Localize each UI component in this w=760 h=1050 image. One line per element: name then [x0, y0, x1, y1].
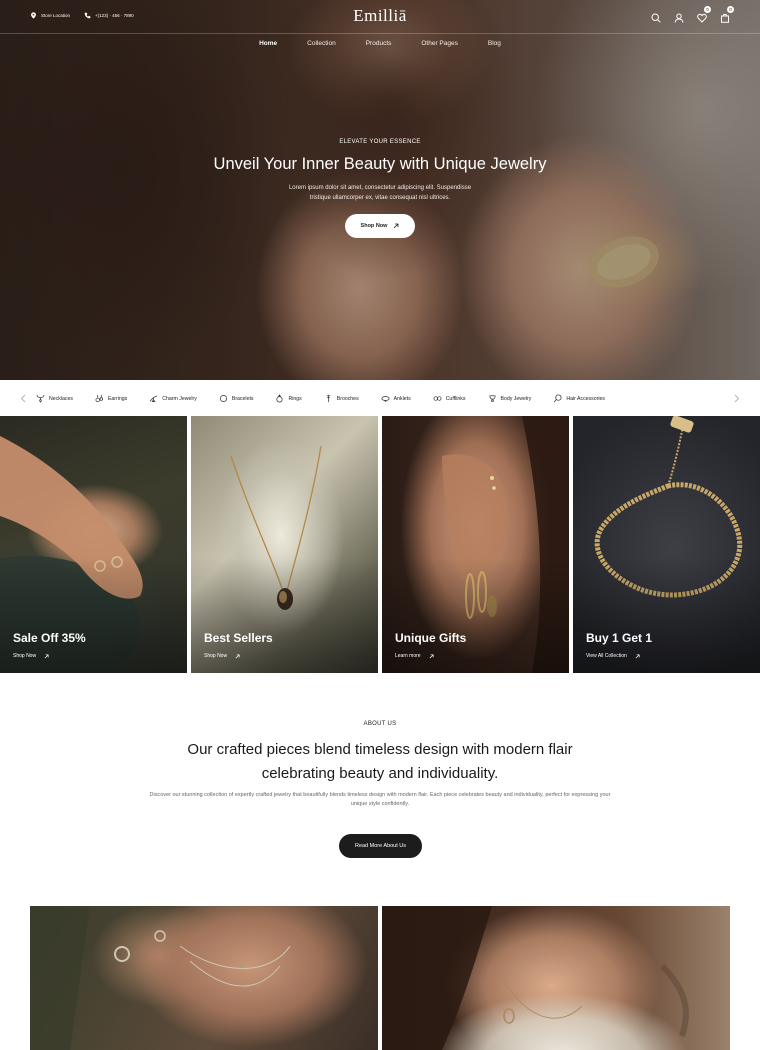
category-label: Brooches: [336, 395, 359, 402]
about-description: Discover our stunning collection of expe…: [149, 792, 611, 807]
banner-buy-one-get-one[interactable]: Buy 1 Get 1 View All Collection: [573, 416, 760, 673]
category-anklets[interactable]: Anklets: [381, 394, 411, 403]
banner-unique-gifts[interactable]: Unique Gifts Learn more: [382, 416, 569, 673]
category-label: Bracelets: [231, 395, 254, 402]
arrow-up-right-icon: [394, 223, 399, 229]
cufflink-icon: [433, 396, 442, 401]
banner-title: Unique Gifts: [395, 631, 467, 645]
cart-count-badge: 0: [727, 6, 734, 13]
category-label: Hair Accessories: [566, 395, 605, 402]
lifestyle-photo-left: [30, 906, 378, 1050]
banner-link[interactable]: Learn more: [395, 653, 434, 659]
category-label: Anklets: [393, 395, 411, 402]
banner-link-label: Shop Now: [13, 653, 37, 659]
body-jewelry-icon: [488, 395, 496, 403]
shopping-bag-icon: [721, 13, 729, 23]
banner-link[interactable]: Shop Now: [204, 653, 240, 659]
banner-sale[interactable]: Sale Off 35% Shop Now: [0, 416, 187, 673]
about-title-line-2: celebrating beauty and individuality.: [261, 765, 499, 782]
hero-cta-label: Shop Now: [360, 223, 388, 229]
lifestyle-image: [382, 906, 689, 1050]
category-strip: Necklaces Earrings Charm Jewelry Bracele…: [0, 380, 760, 416]
wishlist-count-badge: 0: [704, 6, 711, 13]
anklet-icon: [381, 396, 390, 402]
category-brooches[interactable]: Brooches: [324, 394, 359, 403]
category-label: Rings: [288, 395, 302, 402]
cart-button[interactable]: 0: [720, 6, 734, 23]
hero-section: Store Location +(123) · 456 · 7890 Emill…: [0, 0, 760, 380]
charm-icon: [149, 395, 158, 403]
account-button[interactable]: [674, 10, 684, 23]
category-label: Necklaces: [49, 395, 73, 402]
hair-accessory-icon: [554, 394, 562, 403]
category-label: Earrings: [107, 395, 128, 402]
read-more-about-button[interactable]: Read More About Us: [339, 834, 422, 858]
nav-item-collection[interactable]: Collection: [292, 40, 351, 47]
category-label: Cufflinks: [445, 395, 466, 402]
category-bracelets[interactable]: Bracelets: [219, 394, 254, 403]
nav-item-blog[interactable]: Blog: [473, 40, 516, 47]
top-bar: Store Location +(123) · 456 · 7890 Emill…: [0, 0, 760, 34]
earring-icon: [95, 394, 103, 403]
hero-shop-now-button[interactable]: Shop Now: [345, 214, 415, 238]
arrow-up-right-icon: [235, 654, 240, 658]
search-button[interactable]: [651, 10, 661, 23]
about-eyebrow: ABOUT US: [363, 721, 397, 727]
bracelet-icon: [219, 394, 227, 403]
hero-title: Unveil Your Inner Beauty with Unique Jew…: [213, 155, 547, 173]
promo-banners: Sale Off 35% Shop Now Best Sellers Shop …: [0, 416, 760, 673]
banner-link-label: View All Collection: [586, 653, 627, 659]
lifestyle-image: [30, 906, 291, 1050]
category-earrings[interactable]: Earrings: [95, 394, 127, 403]
about-title: Our crafted pieces blend timeless design…: [0, 738, 760, 786]
site-logo[interactable]: Emilliā: [0, 6, 760, 26]
banner-link[interactable]: Shop Now: [13, 653, 49, 659]
banner-title: Buy 1 Get 1: [586, 631, 653, 645]
banner-best-sellers[interactable]: Best Sellers Shop Now: [191, 416, 378, 673]
category-next-button[interactable]: [734, 394, 740, 405]
category-hair-accessories[interactable]: Hair Accessories: [553, 394, 605, 403]
category-body-jewelry[interactable]: Body Jewelry: [488, 394, 532, 403]
main-navigation: Home Collection Products Other Pages Blo…: [0, 40, 760, 47]
about-title-line-1: Our crafted pieces blend timeless design…: [187, 741, 573, 758]
banner-link-label: Shop Now: [204, 653, 228, 659]
category-label: Charm Jewelry: [162, 395, 197, 402]
nav-item-home[interactable]: Home: [244, 40, 292, 47]
search-icon: [651, 13, 661, 23]
hero-content: ELEVATE YOUR ESSENCE Unveil Your Inner B…: [0, 139, 760, 238]
header-actions: 0 0: [651, 6, 734, 23]
category-list: Necklaces Earrings Charm Jewelry Bracele…: [36, 394, 627, 403]
category-necklaces[interactable]: Necklaces: [36, 394, 73, 403]
category-cufflinks[interactable]: Cufflinks: [433, 394, 466, 403]
hero-description: Lorem ipsum dolor sit amet, consectetur …: [288, 185, 472, 201]
lifestyle-photo-right: [382, 906, 730, 1050]
wishlist-button[interactable]: 0: [697, 6, 711, 23]
nav-item-other-pages[interactable]: Other Pages: [406, 40, 473, 47]
arrow-up-right-icon: [635, 654, 640, 658]
arrow-up-right-icon: [44, 654, 49, 658]
user-icon: [674, 13, 684, 23]
heart-icon: [697, 13, 707, 23]
banner-link[interactable]: View All Collection: [586, 653, 640, 659]
category-prev-button[interactable]: [20, 394, 26, 405]
brooch-icon: [326, 394, 331, 403]
necklace-icon: [36, 394, 45, 403]
banner-title: Best Sellers: [204, 631, 273, 645]
banner-link-label: Learn more: [395, 653, 421, 659]
category-rings[interactable]: Rings: [275, 394, 302, 403]
category-label: Body Jewelry: [500, 395, 532, 402]
banner-title: Sale Off 35%: [13, 631, 86, 645]
hero-eyebrow: ELEVATE YOUR ESSENCE: [339, 139, 421, 145]
chevron-right-icon: [734, 394, 740, 403]
chevron-left-icon: [20, 394, 26, 403]
arrow-up-right-icon: [429, 654, 434, 658]
ring-icon: [276, 394, 284, 403]
category-charm-jewelry[interactable]: Charm Jewelry: [149, 394, 197, 403]
nav-item-products[interactable]: Products: [351, 40, 407, 47]
